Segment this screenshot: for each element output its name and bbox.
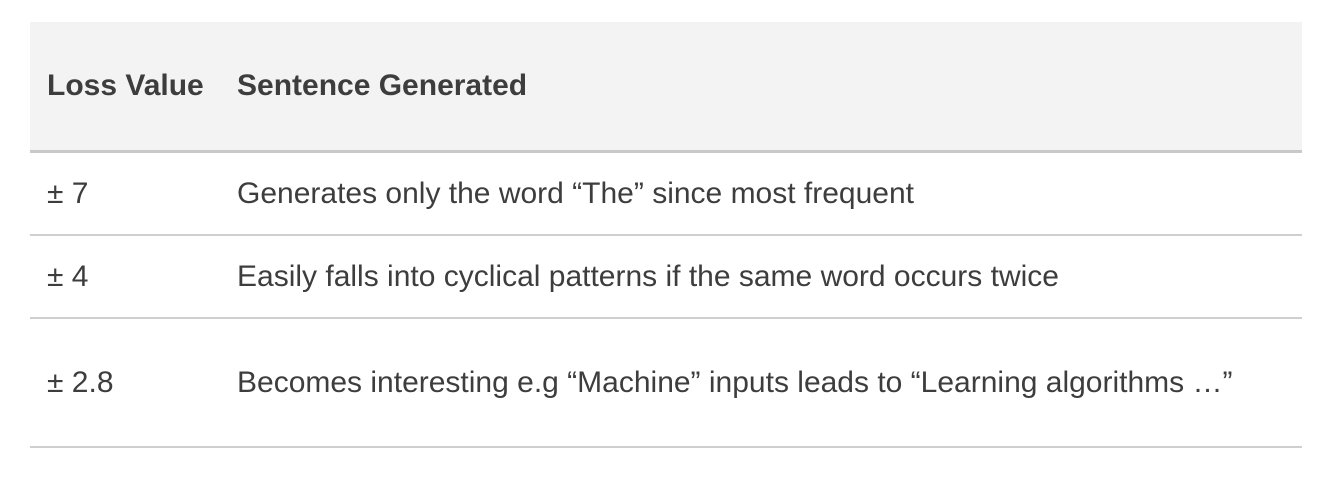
table-row: ± 4 Easily falls into cyclical patterns … [30,235,1302,319]
header-row: Loss Value Sentence Generated [30,22,1302,153]
loss-sentence-table: Loss Value Sentence Generated ± 7 Genera… [30,22,1302,448]
sentence-cell: Becomes interesting e.g “Machine” inputs… [237,318,1302,448]
sentence-cell: Generates only the word “The” since most… [237,151,1302,236]
header-loss-value: Loss Value [30,22,237,153]
table-row: ± 2.8 Becomes interesting e.g “Machine” … [30,318,1302,448]
loss-table-container: Loss Value Sentence Generated ± 7 Genera… [30,22,1302,448]
table-row: ± 7 Generates only the word “The” since … [30,151,1302,236]
loss-value-cell: ± 7 [30,151,237,236]
sentence-cell: Easily falls into cyclical patterns if t… [237,235,1302,319]
table-body: ± 7 Generates only the word “The” since … [30,151,1302,448]
loss-value-cell: ± 2.8 [30,318,237,448]
table-header: Loss Value Sentence Generated [30,22,1302,153]
loss-value-cell: ± 4 [30,235,237,319]
header-sentence-generated: Sentence Generated [237,22,1302,153]
